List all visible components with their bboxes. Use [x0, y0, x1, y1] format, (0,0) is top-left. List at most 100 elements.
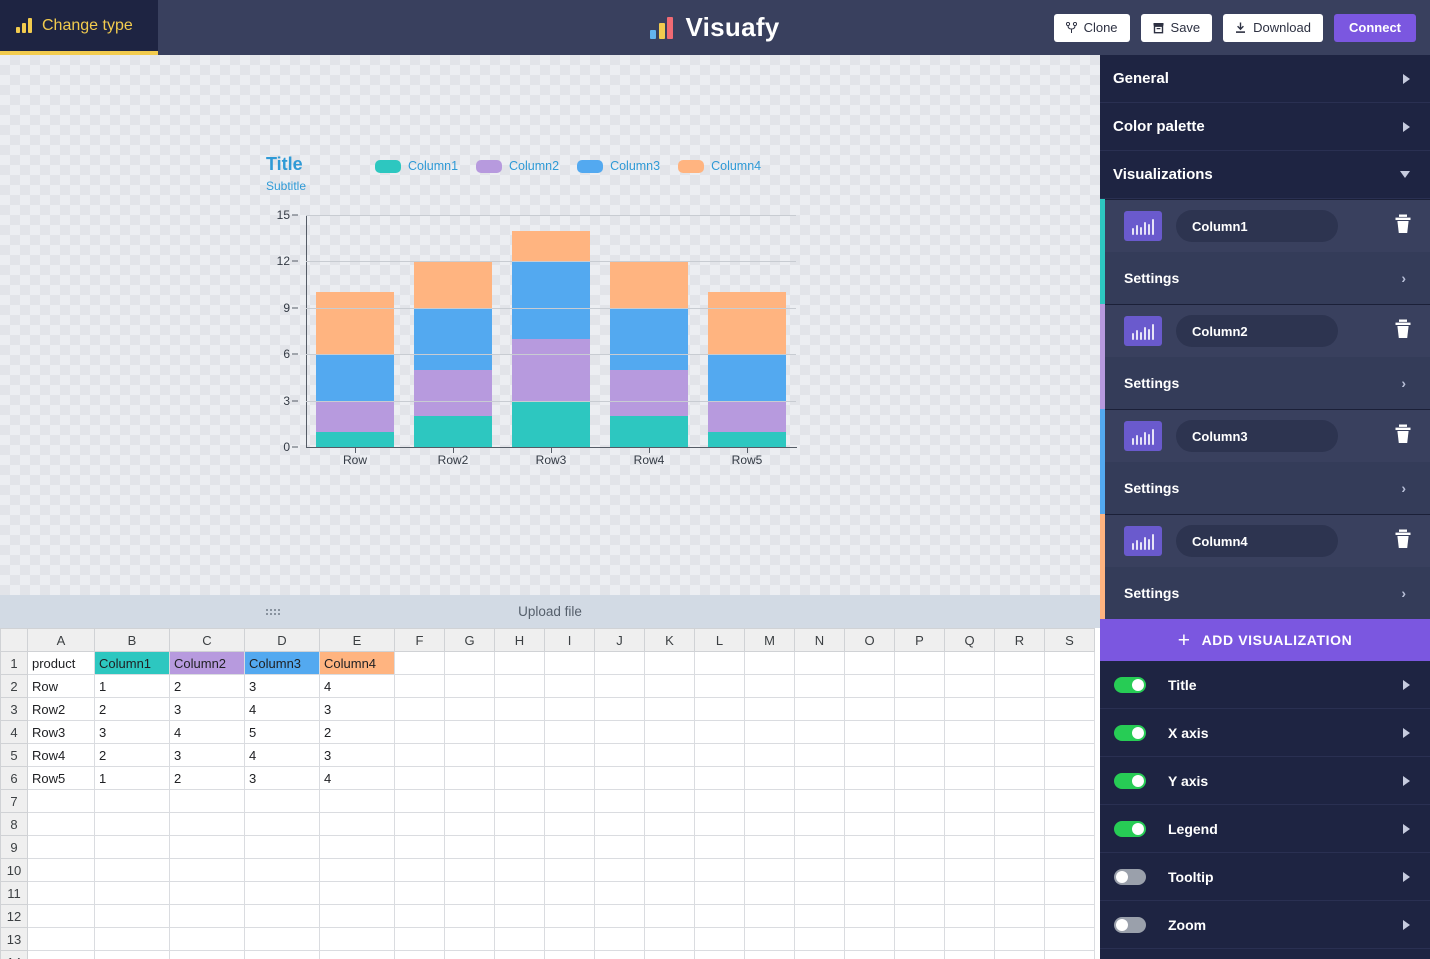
option-row-y-axis[interactable]: Y axis [1100, 757, 1430, 805]
cell-O5[interactable] [844, 743, 895, 767]
cell-A7[interactable] [27, 789, 95, 813]
toggle-x-axis[interactable] [1114, 724, 1146, 741]
row-header-9[interactable]: 9 [0, 835, 28, 859]
cell-F3[interactable] [394, 697, 445, 721]
cell-J8[interactable] [594, 812, 645, 836]
change-type-tab[interactable]: Change type [0, 0, 158, 55]
cell-R1[interactable] [994, 651, 1045, 675]
cell-M4[interactable] [744, 720, 795, 744]
cell-Q3[interactable] [944, 697, 995, 721]
cell-P10[interactable] [894, 858, 945, 882]
cell-O1[interactable] [844, 651, 895, 675]
cell-D3[interactable]: 4 [244, 697, 320, 721]
bar-segment[interactable] [707, 431, 787, 447]
cell-F10[interactable] [394, 858, 445, 882]
cell-F12[interactable] [394, 904, 445, 928]
toggle-legend[interactable] [1114, 820, 1146, 837]
cell-I4[interactable] [544, 720, 595, 744]
cell-S3[interactable] [1044, 697, 1095, 721]
cell-B4[interactable]: 3 [94, 720, 170, 744]
cell-K6[interactable] [644, 766, 695, 790]
row-header-1[interactable]: 1 [0, 651, 28, 675]
cell-B2[interactable]: 1 [94, 674, 170, 698]
cell-C4[interactable]: 4 [169, 720, 245, 744]
cell-E2[interactable]: 4 [319, 674, 395, 698]
cell-H9[interactable] [494, 835, 545, 859]
cell-I8[interactable] [544, 812, 595, 836]
cell-M2[interactable] [744, 674, 795, 698]
cell-J12[interactable] [594, 904, 645, 928]
cell-E11[interactable] [319, 881, 395, 905]
cell-L5[interactable] [694, 743, 745, 767]
cell-C10[interactable] [169, 858, 245, 882]
cell-G5[interactable] [444, 743, 495, 767]
select-all-corner[interactable] [0, 628, 28, 652]
cell-Q11[interactable] [944, 881, 995, 905]
cell-D5[interactable]: 4 [244, 743, 320, 767]
bar-chart-type-icon[interactable] [1124, 526, 1162, 556]
cell-E7[interactable] [319, 789, 395, 813]
cell-N10[interactable] [794, 858, 845, 882]
cell-F8[interactable] [394, 812, 445, 836]
bar-segment[interactable] [315, 400, 395, 432]
cell-H7[interactable] [494, 789, 545, 813]
column-header-A[interactable]: A [27, 628, 95, 652]
cell-G1[interactable] [444, 651, 495, 675]
column-header-Q[interactable]: Q [944, 628, 995, 652]
cell-C13[interactable] [169, 927, 245, 951]
bar-segment[interactable] [315, 431, 395, 447]
bar-segment[interactable] [315, 292, 395, 355]
cell-K13[interactable] [644, 927, 695, 951]
cell-R11[interactable] [994, 881, 1045, 905]
cell-B7[interactable] [94, 789, 170, 813]
cell-C11[interactable] [169, 881, 245, 905]
cell-D9[interactable] [244, 835, 320, 859]
cell-A13[interactable] [27, 927, 95, 951]
cell-Q13[interactable] [944, 927, 995, 951]
cell-F11[interactable] [394, 881, 445, 905]
cell-L3[interactable] [694, 697, 745, 721]
cell-D14[interactable] [244, 950, 320, 959]
cell-H3[interactable] [494, 697, 545, 721]
cell-A2[interactable]: Row [27, 674, 95, 698]
cell-R14[interactable] [994, 950, 1045, 959]
cell-C7[interactable] [169, 789, 245, 813]
bar-segment[interactable] [413, 369, 493, 417]
cell-E10[interactable] [319, 858, 395, 882]
cell-G4[interactable] [444, 720, 495, 744]
bar-segment[interactable] [511, 230, 591, 262]
row-header-8[interactable]: 8 [0, 812, 28, 836]
cell-A11[interactable] [27, 881, 95, 905]
cell-S11[interactable] [1044, 881, 1095, 905]
cell-S1[interactable] [1044, 651, 1095, 675]
cell-E5[interactable]: 3 [319, 743, 395, 767]
cell-C2[interactable]: 2 [169, 674, 245, 698]
cell-K7[interactable] [644, 789, 695, 813]
cell-L14[interactable] [694, 950, 745, 959]
cell-K8[interactable] [644, 812, 695, 836]
cell-B11[interactable] [94, 881, 170, 905]
cell-H5[interactable] [494, 743, 545, 767]
cell-Q14[interactable] [944, 950, 995, 959]
bar-segment[interactable] [413, 307, 493, 370]
column-header-B[interactable]: B [94, 628, 170, 652]
bar-segment[interactable] [707, 354, 787, 401]
cell-E1[interactable]: Column4 [319, 651, 395, 675]
spreadsheet[interactable]: A B C D E F G H I J K L M N O P Q R S 1 product Column1 Column… [0, 628, 1100, 959]
cell-K2[interactable] [644, 674, 695, 698]
cell-P4[interactable] [894, 720, 945, 744]
cell-E13[interactable] [319, 927, 395, 951]
cell-K4[interactable] [644, 720, 695, 744]
column-header-I[interactable]: I [544, 628, 595, 652]
bar-segment[interactable] [707, 400, 787, 432]
sidebar-section-color-palette[interactable]: Color palette [1100, 103, 1430, 151]
cell-Q6[interactable] [944, 766, 995, 790]
cell-L11[interactable] [694, 881, 745, 905]
cell-B13[interactable] [94, 927, 170, 951]
bar-chart-type-icon[interactable] [1124, 421, 1162, 451]
cell-I5[interactable] [544, 743, 595, 767]
cell-A3[interactable]: Row2 [27, 697, 95, 721]
cell-H1[interactable] [494, 651, 545, 675]
row-header-3[interactable]: 3 [0, 697, 28, 721]
cell-O10[interactable] [844, 858, 895, 882]
